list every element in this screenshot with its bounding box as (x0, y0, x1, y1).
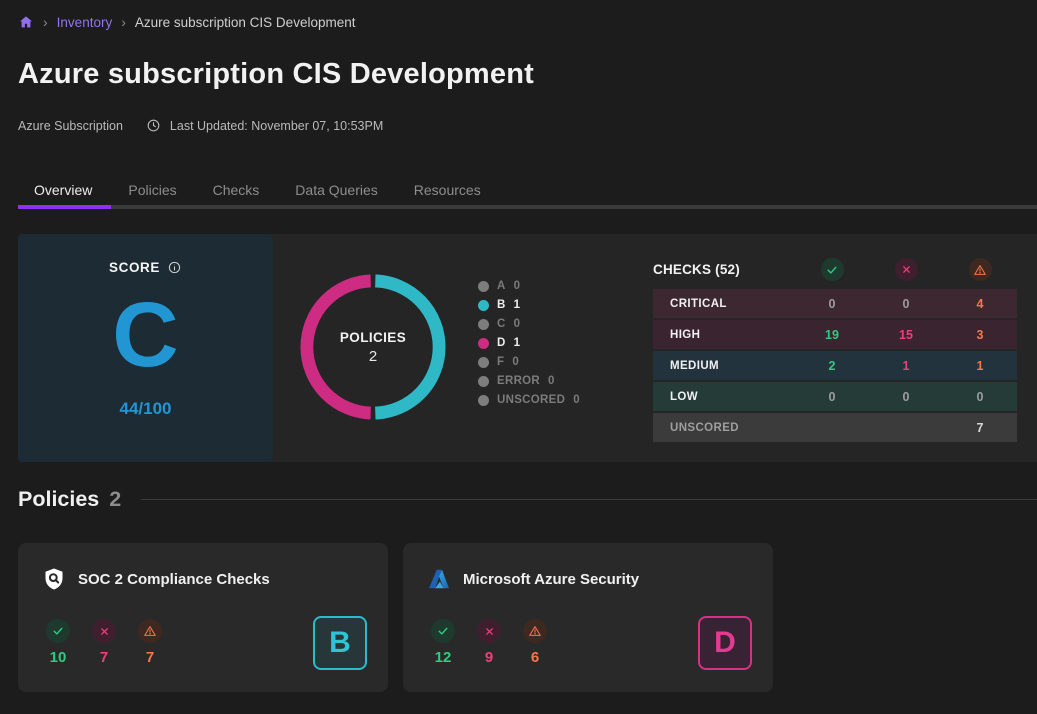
checks-row-unscored[interactable]: UNSCORED 7 (653, 413, 1017, 442)
checks-table-header: CHECKS (52) (653, 250, 1017, 289)
check-error-icon (138, 619, 162, 643)
resource-type-label: Azure Subscription (18, 119, 123, 133)
checks-row-medium[interactable]: MEDIUM 2 1 1 (653, 351, 1017, 380)
grade-badge: D (698, 616, 752, 670)
stat-error: 7 (134, 619, 166, 666)
stat-ok: 12 (427, 619, 459, 666)
clock-icon (146, 118, 161, 133)
legend-dot (478, 300, 489, 311)
tab-checks[interactable]: Checks (197, 176, 276, 204)
donut-center-label: POLICIES 2 (299, 273, 447, 421)
score-value: 44/100 (120, 399, 172, 419)
legend-dot (478, 357, 489, 368)
azure-icon (427, 567, 451, 591)
legend-dot (478, 281, 489, 292)
stat-alarm: 7 (88, 619, 120, 666)
page-meta: Azure Subscription Last Updated: Novembe… (18, 118, 383, 133)
soc2-shield-icon (42, 567, 66, 591)
tab-underline-track (18, 205, 1037, 209)
check-ok-icon (46, 619, 70, 643)
section-divider (141, 499, 1037, 500)
legend-dot (478, 376, 489, 387)
legend-item-c[interactable]: C 0 (478, 318, 580, 330)
tab-policies[interactable]: Policies (112, 176, 192, 204)
legend-dot (478, 319, 489, 330)
policy-card-stats: 12 9 6 (427, 619, 551, 666)
page-title: Azure subscription CIS Development (18, 58, 534, 91)
breadcrumb-current: Azure subscription CIS Development (135, 15, 356, 30)
policy-card-soc2[interactable]: SOC 2 Compliance Checks 10 7 (18, 543, 388, 692)
check-error-icon (969, 258, 992, 281)
overview-panel: SCORE C 44/100 POLICIES 2 A (18, 234, 1037, 462)
check-alarm-icon (895, 258, 918, 281)
breadcrumb: › Inventory › Azure subscription CIS Dev… (18, 14, 355, 30)
check-alarm-icon (477, 619, 501, 643)
home-icon[interactable] (18, 14, 34, 30)
policy-card-title: Microsoft Azure Security (463, 571, 639, 588)
checks-table: CHECKS (52) CRITICAL 0 0 4 HIGH 19 (653, 250, 1017, 444)
checks-row-high[interactable]: HIGH 19 15 3 (653, 320, 1017, 349)
check-error-icon (523, 619, 547, 643)
checks-row-critical[interactable]: CRITICAL 0 0 4 (653, 289, 1017, 318)
policies-section-header: Policies 2 (18, 487, 1037, 512)
donut-legend: A 0 B 1 C 0 D 1 F 0 (478, 280, 580, 406)
breadcrumb-link-inventory[interactable]: Inventory (57, 15, 113, 30)
score-label: SCORE (109, 260, 160, 275)
tab-resources[interactable]: Resources (398, 176, 497, 204)
stat-alarm: 9 (473, 619, 505, 666)
breadcrumb-separator: › (121, 14, 126, 30)
grade-badge: B (313, 616, 367, 670)
check-alarm-icon (92, 619, 116, 643)
policy-card-azure-security[interactable]: Microsoft Azure Security 12 9 (403, 543, 773, 692)
legend-item-unscored[interactable]: UNSCORED 0 (478, 394, 580, 406)
legend-item-b[interactable]: B 1 (478, 299, 580, 311)
page: › Inventory › Azure subscription CIS Dev… (0, 0, 1037, 714)
breadcrumb-separator: › (43, 14, 48, 30)
policy-card-stats: 10 7 7 (42, 619, 166, 666)
score-grade: C (112, 289, 178, 381)
legend-dot (478, 395, 489, 406)
legend-item-f[interactable]: F 0 (478, 356, 580, 368)
legend-dot (478, 338, 489, 349)
stat-error: 6 (519, 619, 551, 666)
tab-bar: Overview Policies Checks Data Queries Re… (18, 176, 497, 204)
last-updated-text: Last Updated: November 07, 10:53PM (170, 119, 383, 133)
legend-item-d[interactable]: D 1 (478, 337, 580, 349)
policy-card-title: SOC 2 Compliance Checks (78, 571, 270, 588)
active-tab-indicator (18, 205, 111, 209)
score-card: SCORE C 44/100 (18, 234, 273, 462)
checks-row-low[interactable]: LOW 0 0 0 (653, 382, 1017, 411)
legend-item-error[interactable]: ERROR 0 (478, 375, 580, 387)
stat-ok: 10 (42, 619, 74, 666)
checks-title: CHECKS (52) (653, 262, 795, 277)
tab-data-queries[interactable]: Data Queries (279, 176, 393, 204)
policy-cards: SOC 2 Compliance Checks 10 7 (18, 543, 773, 692)
tab-overview[interactable]: Overview (18, 176, 108, 204)
policies-section-title: Policies (18, 487, 99, 512)
policies-section-count: 2 (109, 487, 121, 512)
policies-donut-chart: POLICIES 2 (299, 273, 447, 421)
info-icon[interactable] (167, 260, 182, 275)
legend-item-a[interactable]: A 0 (478, 280, 580, 292)
check-ok-icon (431, 619, 455, 643)
check-ok-icon (821, 258, 844, 281)
